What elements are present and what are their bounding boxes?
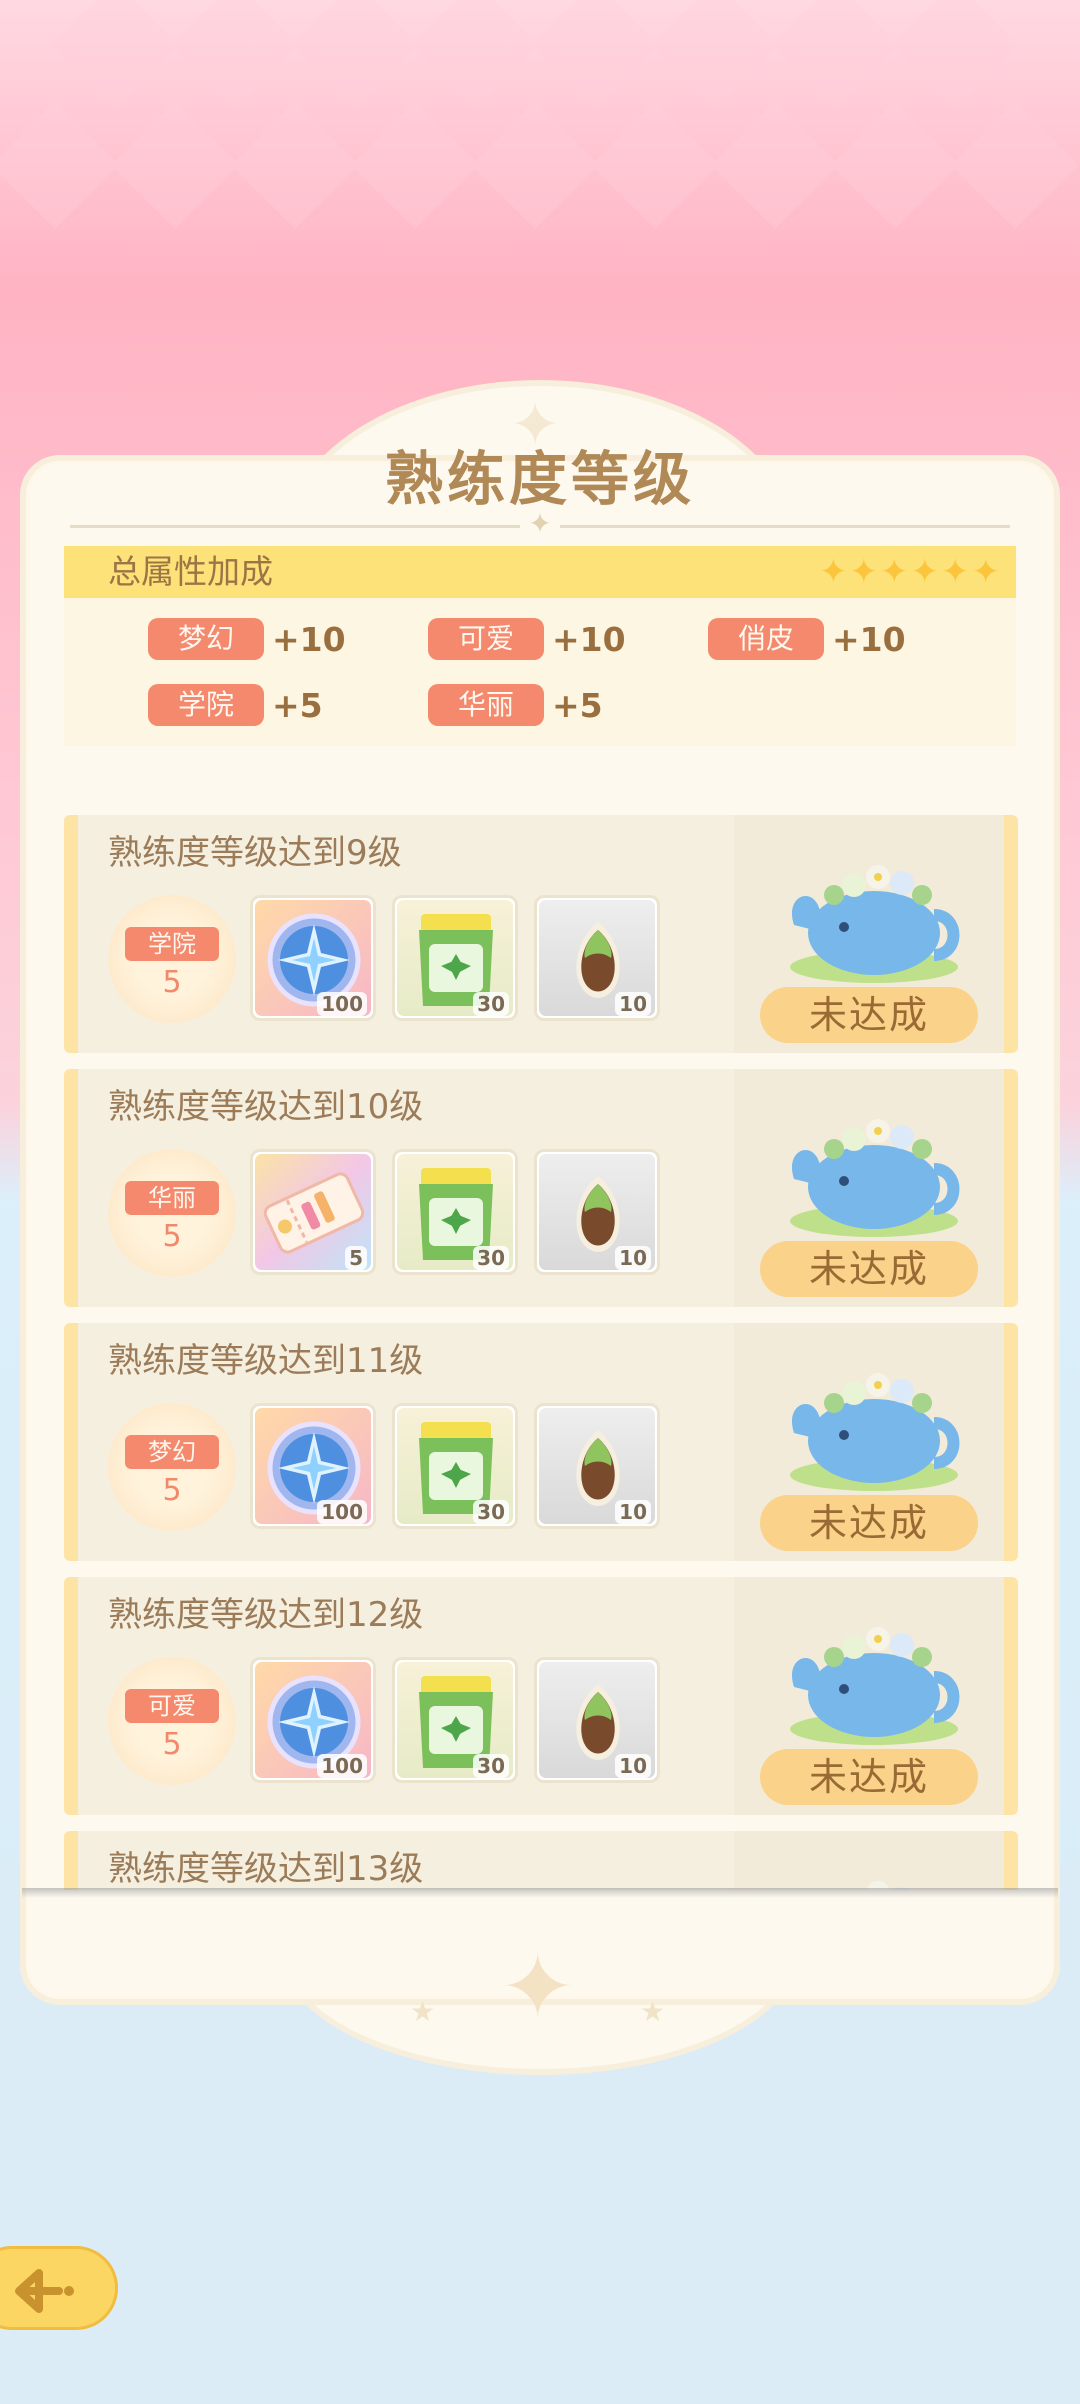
- reward-row-level-10: 熟练度等级达到10级 华丽 5 5 30 10 未达成: [64, 1069, 1018, 1307]
- reward-row-title: 熟练度等级达到9级: [108, 833, 402, 873]
- attribute-value: +10: [832, 619, 906, 659]
- attribute-tag: 俏皮: [708, 618, 824, 660]
- attribute-bonus-item: 俏皮 +10: [708, 618, 906, 660]
- reward-row-level-9: 熟练度等级达到9级 学院 5 100 30 10 未达成: [64, 815, 1018, 1053]
- total-bonus-header: 总属性加成 ✦✦✦✦✦✦: [64, 546, 1016, 598]
- reward-item-seed[interactable]: 10: [534, 1657, 660, 1783]
- reward-row-title: 熟练度等级达到13级: [108, 1849, 424, 1889]
- reward-item-fertilizer-bag[interactable]: 30: [392, 1149, 518, 1275]
- reward-row-level-11: 熟练度等级达到11级 梦幻 5 100 30 10 未达成: [64, 1323, 1018, 1561]
- attribute-tag: 华丽: [428, 684, 544, 726]
- attribute-reward-badge[interactable]: 学院 5: [108, 895, 236, 1023]
- reward-item-compass-medal[interactable]: 100: [250, 1403, 376, 1529]
- attribute-bonus-item: 可爱 +10: [428, 618, 626, 660]
- status-button[interactable]: 未达成: [760, 1749, 978, 1805]
- item-count: 5: [345, 1246, 367, 1270]
- attribute-value: +5: [552, 685, 603, 725]
- elephant-watering-can-icon: [790, 1119, 960, 1237]
- list-bottom-shadow: [22, 1888, 1058, 1898]
- small-star-icon: ★: [410, 1995, 436, 2028]
- attribute-reward-badge[interactable]: 可爱 5: [108, 1657, 236, 1785]
- attribute-reward-value: 5: [162, 965, 182, 1000]
- reward-item-fertilizer-bag[interactable]: 30: [392, 1403, 518, 1529]
- status-button[interactable]: 未达成: [760, 1495, 978, 1551]
- background-diamond-pattern: [0, 0, 1080, 330]
- reward-item-ticket[interactable]: 5: [250, 1149, 376, 1275]
- reward-row-title: 熟练度等级达到11级: [108, 1341, 424, 1381]
- attribute-tag: 梦幻: [148, 618, 264, 660]
- attribute-tag: 可爱: [428, 618, 544, 660]
- page-title: 熟练度等级: [384, 445, 695, 513]
- divider-star-icon: ✦: [528, 507, 552, 540]
- attribute-reward-name: 可爱: [125, 1689, 219, 1723]
- reward-item-seed[interactable]: 10: [534, 895, 660, 1021]
- item-count: 10: [615, 992, 651, 1016]
- elephant-watering-can-icon: [790, 865, 960, 983]
- reward-item-fertilizer-bag[interactable]: 30: [392, 1657, 518, 1783]
- item-count: 10: [615, 1500, 651, 1524]
- attribute-tag: 学院: [148, 684, 264, 726]
- item-count: 30: [473, 1754, 509, 1778]
- attribute-value: +10: [272, 619, 346, 659]
- attribute-reward-badge[interactable]: 梦幻 5: [108, 1403, 236, 1531]
- total-bonus-label: 总属性加成: [108, 552, 273, 591]
- attribute-reward-value: 5: [162, 1219, 182, 1254]
- reward-item-compass-medal[interactable]: 100: [250, 895, 376, 1021]
- attribute-bonus-item: 华丽 +5: [428, 684, 603, 726]
- rating-stars-icon: ✦✦✦✦✦✦: [819, 552, 1002, 592]
- elephant-watering-can-icon: [790, 1373, 960, 1491]
- item-count: 10: [615, 1246, 651, 1270]
- item-count: 100: [317, 1754, 367, 1778]
- item-count: 30: [473, 1246, 509, 1270]
- item-count: 100: [317, 1500, 367, 1524]
- attribute-value: +5: [272, 685, 323, 725]
- item-count: 30: [473, 992, 509, 1016]
- reward-item-compass-medal[interactable]: 100: [250, 1657, 376, 1783]
- reward-row-title: 熟练度等级达到10级: [108, 1087, 424, 1127]
- reward-item-seed[interactable]: 10: [534, 1149, 660, 1275]
- sparkle-icon: ✦: [500, 1935, 576, 2040]
- attribute-bonus-item: 梦幻 +10: [148, 618, 346, 660]
- item-count: 100: [317, 992, 367, 1016]
- attribute-value: +10: [552, 619, 626, 659]
- reward-row-title: 熟练度等级达到12级: [108, 1595, 424, 1635]
- reward-item-seed[interactable]: 10: [534, 1403, 660, 1529]
- attribute-bonus-item: 学院 +5: [148, 684, 323, 726]
- back-button[interactable]: [0, 2246, 118, 2330]
- attribute-reward-badge[interactable]: 华丽 5: [108, 1149, 236, 1277]
- reward-item-fertilizer-bag[interactable]: 30: [392, 895, 518, 1021]
- status-button[interactable]: 未达成: [760, 987, 978, 1043]
- attribute-reward-name: 梦幻: [125, 1435, 219, 1469]
- attribute-reward-value: 5: [162, 1473, 182, 1508]
- reward-row-level-13: 熟练度等级达到13级: [64, 1831, 1018, 1890]
- status-button[interactable]: 未达成: [760, 1241, 978, 1297]
- item-count: 10: [615, 1754, 651, 1778]
- reward-row-level-12: 熟练度等级达到12级 可爱 5 100 30 10 未达成: [64, 1577, 1018, 1815]
- attribute-reward-name: 华丽: [125, 1181, 219, 1215]
- attribute-reward-value: 5: [162, 1727, 182, 1762]
- small-star-icon: ★: [640, 1995, 666, 2028]
- back-arrow-icon: [15, 2269, 74, 2313]
- item-count: 30: [473, 1500, 509, 1524]
- title-divider-left: [70, 525, 520, 528]
- total-bonus-body: 梦幻 +10 可爱 +10 俏皮 +10 学院 +5 华丽 +5: [64, 598, 1016, 746]
- elephant-watering-can-icon: [790, 1627, 960, 1745]
- attribute-reward-name: 学院: [125, 927, 219, 961]
- reward-list[interactable]: 熟练度等级达到9级 学院 5 100 30 10 未达成 熟练度等级达到10级 …: [64, 815, 1018, 1890]
- title-divider-right: [560, 525, 1010, 528]
